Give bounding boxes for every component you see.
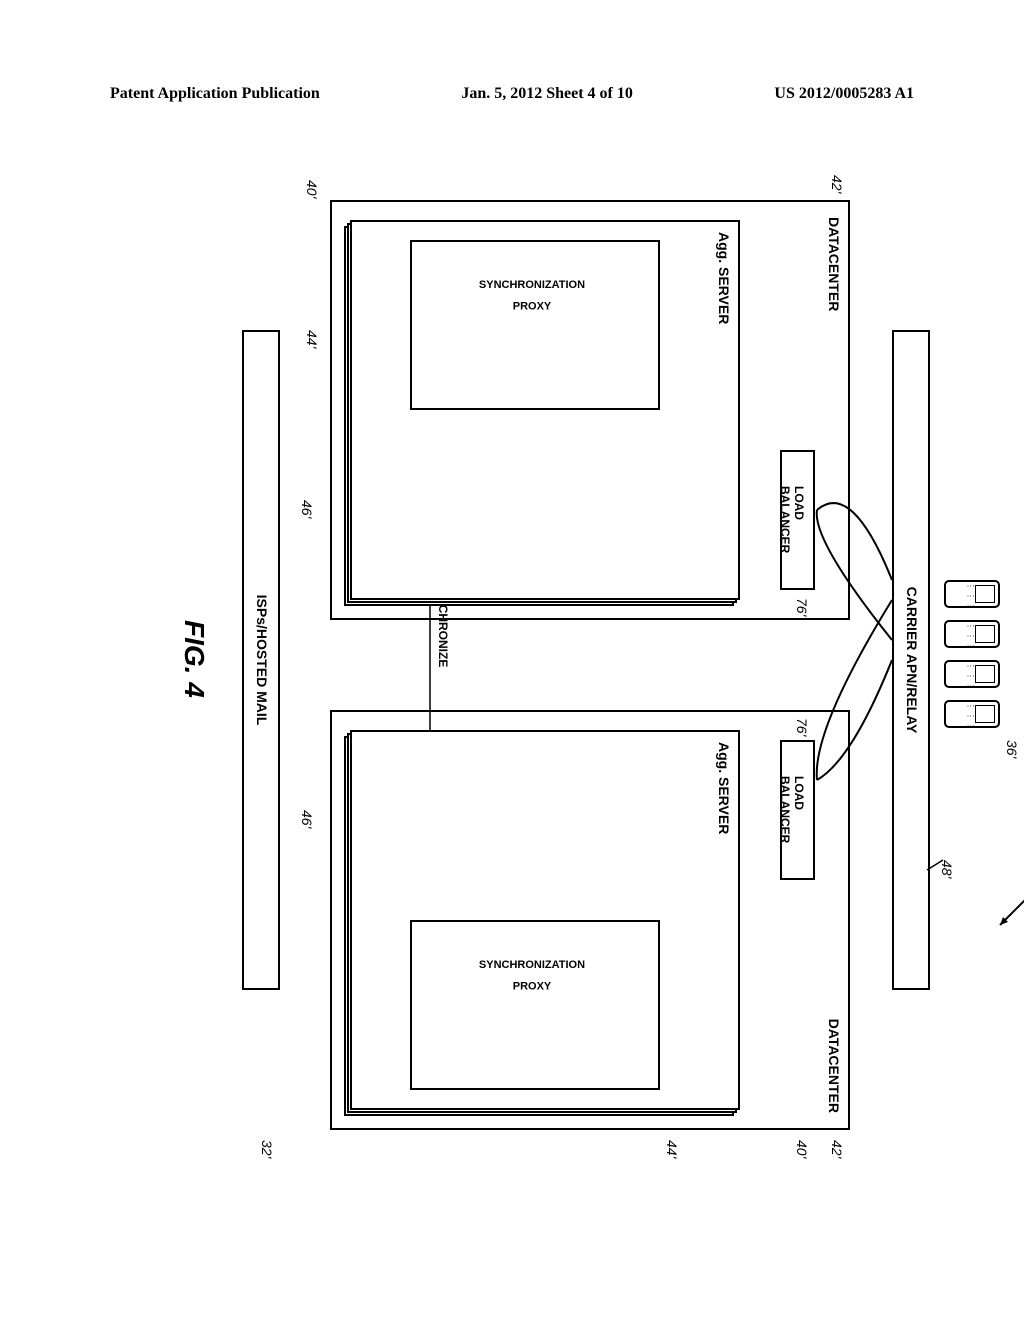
ref-isps: 32' xyxy=(259,1140,275,1158)
ref-aggserver-a: 40' xyxy=(304,180,320,198)
ref-config-a: 46' xyxy=(299,500,315,518)
header-center: Jan. 5, 2012 Sheet 4 of 10 xyxy=(461,85,633,103)
aggserver-label: Agg. SERVER xyxy=(716,742,732,834)
header-right: US 2012/0005283 A1 xyxy=(774,85,914,103)
figure-label: FIG. 4 xyxy=(178,620,210,698)
carrier-relay-box: CARRIER APN/RELAY xyxy=(892,330,930,990)
phone-icon xyxy=(944,620,1000,648)
arrow-icon xyxy=(990,895,1024,935)
syncproxy-label-line2: PROXY xyxy=(513,980,552,992)
ref-phones: 36' xyxy=(1004,740,1020,758)
diagram-container: 36' 30' CARRIER APN/RELAY 48' DATACENTER… xyxy=(10,280,1010,1040)
ref-syncproxy-a: 44' xyxy=(304,330,320,348)
phone-icon xyxy=(944,700,1000,728)
ref-datacenter-a: 42' xyxy=(829,175,845,193)
leader-line xyxy=(925,855,945,875)
connection-curves xyxy=(732,380,892,940)
isps-box: ISPs/HOSTED MAIL xyxy=(242,330,280,990)
ref-config-b: 46' xyxy=(299,810,315,828)
syncproxy-label-line1: SYNCHRONIZATION xyxy=(479,959,585,971)
syncproxy-right-stack: SYNCHRONIZATION PROXY xyxy=(410,920,660,1090)
ref-syncproxy-b: 44' xyxy=(664,1140,680,1158)
ref-aggserver-b: 40' xyxy=(794,1140,810,1158)
phone-icon xyxy=(944,580,1000,608)
header-left: Patent Application Publication xyxy=(110,85,320,103)
isps-label: ISPs/HOSTED MAIL xyxy=(254,595,270,726)
syncproxy-label-line2: PROXY xyxy=(513,300,552,312)
datacenter-label: DATACENTER xyxy=(826,217,842,311)
syncproxy-left-stack: SYNCHRONIZATION PROXY xyxy=(410,240,660,410)
carrier-label: CARRIER APN/RELAY xyxy=(904,587,920,734)
ref-datacenter-b: 42' xyxy=(829,1140,845,1158)
datacenter-label: DATACENTER xyxy=(826,1019,842,1113)
aggserver-label: Agg. SERVER xyxy=(716,232,732,324)
phone-icon xyxy=(944,660,1000,688)
syncproxy-label-line1: SYNCHRONIZATION xyxy=(479,279,585,291)
